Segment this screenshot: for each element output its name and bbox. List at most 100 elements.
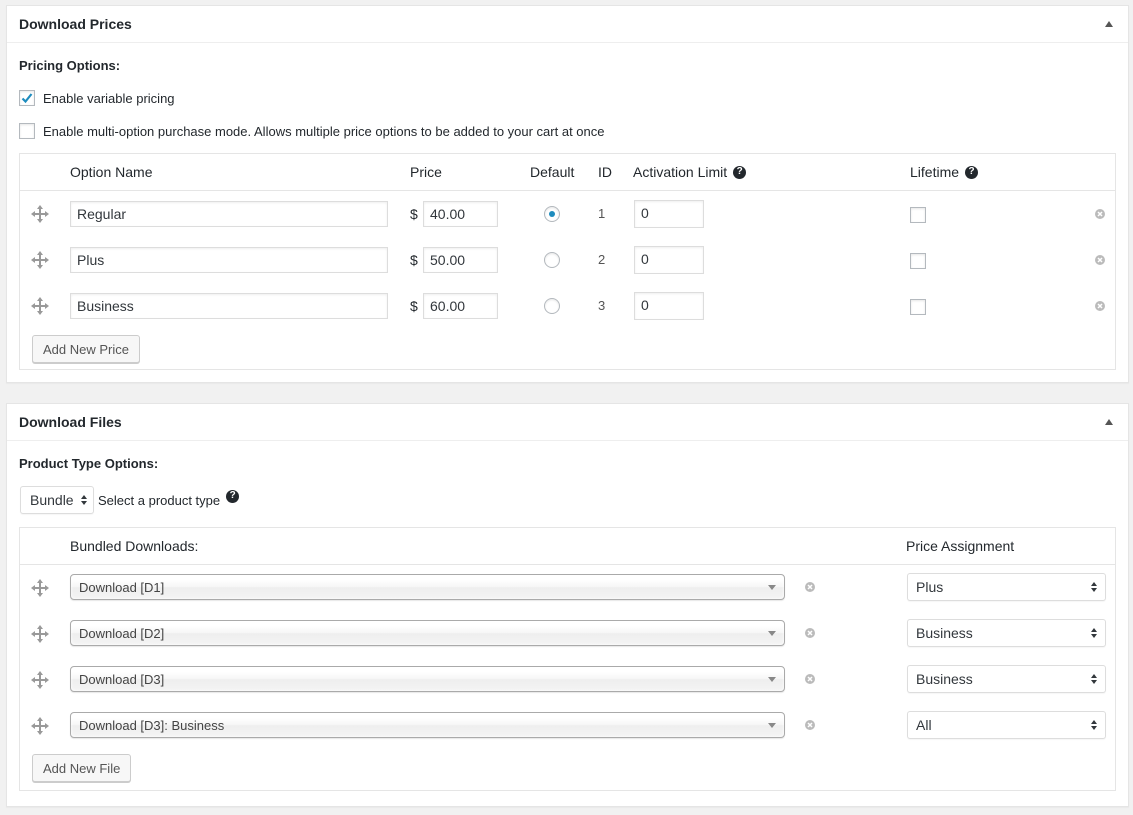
price-assignment-value: Plus [916,579,944,595]
move-arrows-icon[interactable] [30,670,50,690]
price-input[interactable]: 50.00 [423,247,498,273]
price-id: 3 [598,298,606,313]
bundled-download-value: Download [D2] [79,625,165,641]
product-type-options-label: Product Type Options: [19,456,159,471]
price-id: 1 [598,206,606,221]
option-name-input[interactable]: Business [70,293,388,319]
bundled-download-select[interactable]: Download [D2] [70,620,785,646]
lifetime-checkbox[interactable] [910,207,926,223]
download-prices-header[interactable]: Download Prices [7,6,1128,43]
bundled-downloads-header-row: Bundled Downloads: Price Assignment [20,528,1115,565]
remove-circle-icon[interactable] [804,581,816,593]
remove-circle-icon[interactable] [1094,300,1106,312]
enable-multi-option-row[interactable]: Enable multi-option purchase mode. Allow… [19,123,605,139]
enable-variable-pricing-checkbox[interactable] [19,90,35,106]
move-arrows-icon[interactable] [30,578,50,598]
column-lifetime: Lifetime ? [910,164,979,180]
bundled-download-select[interactable]: Download [D3]: Business [70,712,785,738]
activation-limit-input[interactable]: 0 [634,292,704,320]
column-option-name: Option Name [70,164,153,180]
enable-variable-pricing-row[interactable]: Enable variable pricing [19,90,175,106]
price-assignment-select[interactable]: Plus [907,573,1106,601]
price-input[interactable]: 60.00 [423,293,498,319]
chevron-down-icon [768,630,776,636]
chevron-down-icon [768,584,776,590]
default-radio[interactable] [544,252,560,268]
select-arrows-icon [1091,720,1097,730]
product-type-select-value: Bundle [30,492,74,508]
bundled-download-row: Download [D2] Business [20,611,1115,657]
question-circle-icon[interactable]: ? [226,489,240,503]
pricing-options-label: Pricing Options: [19,58,121,73]
remove-circle-icon[interactable] [804,627,816,639]
download-prices-title: Download Prices [19,16,132,32]
remove-circle-icon[interactable] [1094,208,1106,220]
select-arrows-icon [1091,674,1097,684]
add-new-file-button[interactable]: Add New File [32,754,132,782]
checkmark-icon [21,93,33,104]
chevron-down-icon [768,676,776,682]
remove-circle-icon[interactable] [804,719,816,731]
default-radio[interactable] [544,298,560,314]
triangle-up-icon[interactable] [1102,415,1116,429]
price-assignment-value: Business [916,625,973,641]
price-row: Business $ 60.00 3 0 [20,283,1115,329]
bundled-download-value: Download [D1] [79,579,165,595]
question-circle-icon[interactable]: ? [733,165,747,179]
triangle-up-icon[interactable] [1102,17,1116,31]
select-arrows-icon [81,495,87,505]
column-activation-limit-label: Activation Limit [633,164,728,180]
remove-circle-icon[interactable] [804,673,816,685]
activation-limit-input[interactable]: 0 [634,200,704,228]
option-name-input[interactable]: Regular [70,201,388,227]
bundled-download-row: Download [D3] Business [20,657,1115,703]
column-activation-limit: Activation Limit ? [633,164,747,180]
bundled-download-row: Download [D3]: Business All [20,703,1115,749]
price-assignment-select[interactable]: Business [907,619,1106,647]
lifetime-checkbox[interactable] [910,299,926,315]
column-default: Default [530,164,575,180]
price-assignment-select[interactable]: All [907,711,1106,739]
move-arrows-icon[interactable] [30,296,50,316]
product-type-hint: Select a product type ? [98,488,240,512]
add-new-price-button[interactable]: Add New Price [32,335,140,363]
bundled-download-value: Download [D3]: Business [79,717,225,733]
download-prices-panel: Download Prices Pricing Options: Enable … [6,5,1129,383]
option-name-input[interactable]: Plus [70,247,388,273]
download-files-title: Download Files [19,414,122,430]
bundled-download-select[interactable]: Download [D3] [70,666,785,692]
product-type-select[interactable]: Bundle [20,486,94,514]
price-row: Plus $ 50.00 2 0 [20,237,1115,283]
lifetime-checkbox[interactable] [910,253,926,269]
currency-symbol: $ [410,298,418,314]
chevron-down-icon [768,722,776,728]
activation-limit-input[interactable]: 0 [634,246,704,274]
price-assignment-value: All [916,717,932,733]
price-input[interactable]: 40.00 [423,201,498,227]
price-assignment-value: Business [916,671,973,687]
download-files-panel: Download Files Product Type Options: Bun… [6,403,1129,807]
move-arrows-icon[interactable] [30,250,50,270]
remove-circle-icon[interactable] [1094,254,1106,266]
move-arrows-icon[interactable] [30,624,50,644]
column-id: ID [598,164,612,180]
enable-multi-option-label: Enable multi-option purchase mode. Allow… [43,123,605,139]
question-circle-icon[interactable]: ? [965,165,979,179]
price-row: Regular $ 40.00 1 0 [20,191,1115,237]
bundled-download-value: Download [D3] [79,671,165,687]
download-files-header[interactable]: Download Files [7,404,1128,441]
enable-multi-option-checkbox[interactable] [19,123,35,139]
default-radio[interactable] [544,206,560,222]
bundled-download-select[interactable]: Download [D1] [70,574,785,600]
price-assignment-select[interactable]: Business [907,665,1106,693]
bundled-download-row: Download [D1] Plus [20,565,1115,611]
column-lifetime-label: Lifetime [910,164,960,180]
bundled-downloads-table: Bundled Downloads: Price Assignment Down… [19,527,1116,791]
column-price-assignment: Price Assignment [906,538,1015,554]
variable-prices-header-row: Option Name Price Default ID Activation … [20,154,1115,191]
move-arrows-icon[interactable] [30,716,50,736]
column-bundled-downloads: Bundled Downloads: [70,538,199,554]
currency-symbol: $ [410,206,418,222]
price-id: 2 [598,252,606,267]
move-arrows-icon[interactable] [30,204,50,224]
